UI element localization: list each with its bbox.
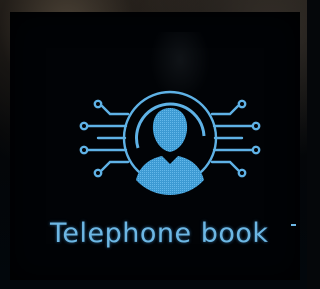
screen-title: Telephone book bbox=[50, 218, 269, 249]
device-bezel: Telephone book bbox=[0, 0, 307, 289]
screen-cursor bbox=[291, 224, 296, 226]
contact-person-icon[interactable] bbox=[70, 78, 270, 198]
